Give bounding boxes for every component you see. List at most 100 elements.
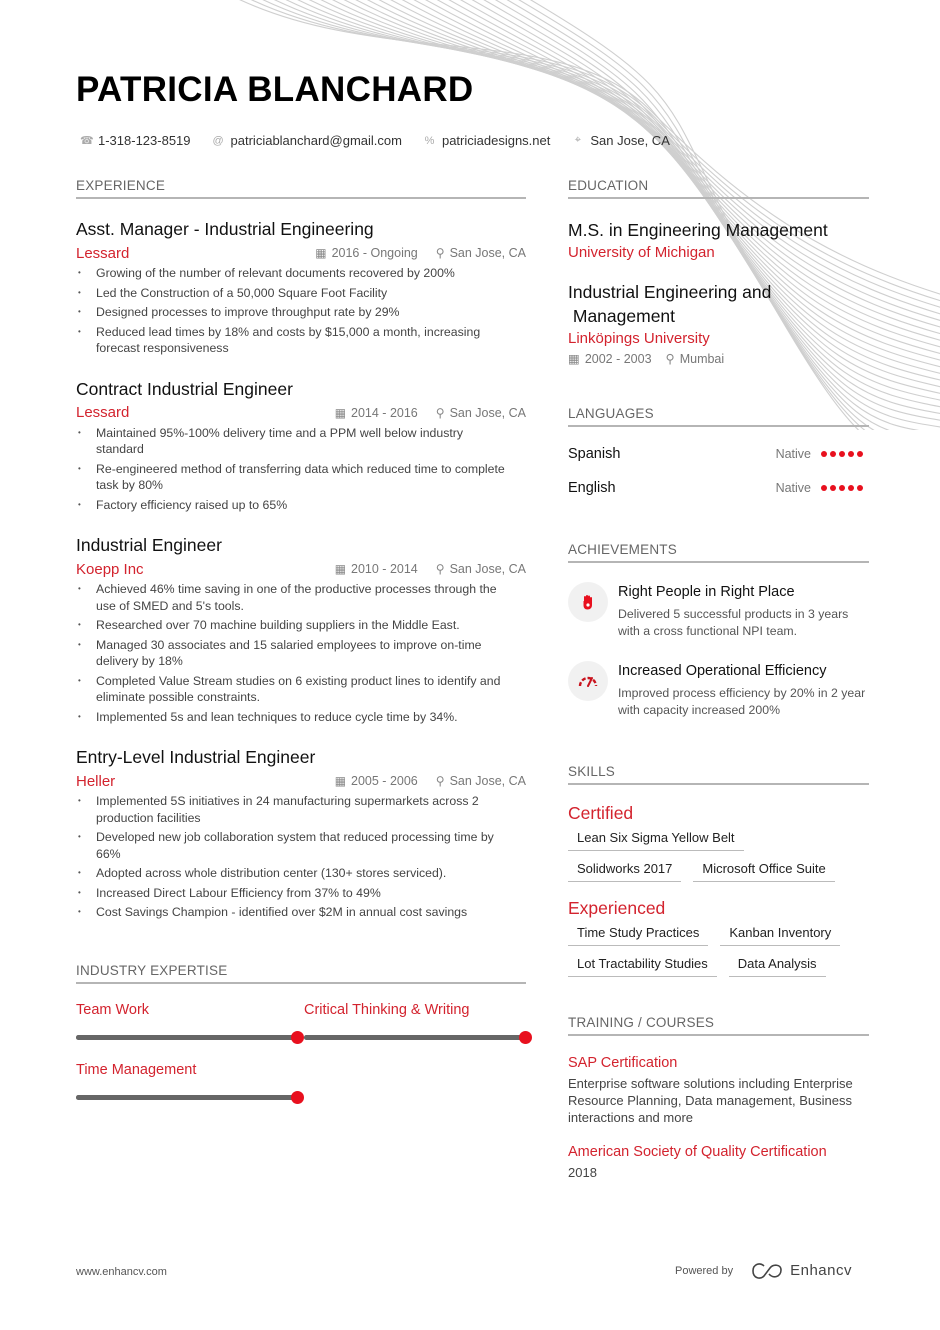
expertise-fill <box>76 1034 298 1040</box>
bullet-item: Researched over 70 machine building supp… <box>76 617 526 634</box>
skill-tag: Lean Six Sigma Yellow Belt <box>568 828 744 851</box>
experience-entry: Contract Industrial Engineer Lessard ▦ 2014… <box>76 378 526 514</box>
job-dates: ▦ 2016 - Ongoing <box>315 246 418 260</box>
experience-entry: Entry-Level Industrial Engineer Heller ▦ 20… <box>76 746 526 921</box>
contact-text: patriciablanchard@gmail.com <box>230 133 402 148</box>
company-name: Lessard <box>76 404 130 421</box>
expertise-knob <box>291 1030 304 1044</box>
job-bullets: Maintained 95%-100% delivery time and a … <box>76 425 526 514</box>
bullet-item: Factory efficiency raised up to 65% <box>76 497 526 514</box>
course-entry: American Society of Quality Certificatio… <box>568 1144 869 1181</box>
contact-item[interactable]: @ patriciablanchard@gmail.com <box>213 133 402 148</box>
rating-dot <box>821 451 827 457</box>
enhancv-brand-name: Enhancv <box>790 1262 852 1279</box>
skill-tag: Lot Tractability Studies <box>568 954 717 977</box>
course-title: SAP Certification <box>568 1055 678 1071</box>
contact-text: 1-318-123-8519 <box>98 133 191 148</box>
skill-row: Lean Six Sigma Yellow Belt <box>568 828 869 851</box>
rating-dot <box>821 485 827 491</box>
bullet-item: Completed Value Stream studies on 6 exis… <box>76 673 526 706</box>
job-dates: ▦ 2010 - 2014 <box>335 562 418 576</box>
left-column: EXPERIENCE Asst. Manager - Industrial En… <box>76 178 532 1104</box>
expertise-level-bar <box>76 1030 304 1044</box>
footer-website-link[interactable]: www.enhancv.com <box>76 1266 167 1278</box>
hand-icon <box>568 582 608 622</box>
language-name: English <box>568 480 616 496</box>
footer-powered-by: Powered by Enhancv <box>675 1262 852 1279</box>
expertise-fill <box>76 1094 298 1100</box>
education-meta: ▦ 2002 - 2003 ⚲ Mumbai <box>568 351 869 366</box>
contact-item[interactable]: % patriciadesigns.net <box>424 133 551 148</box>
skill-tag: Microsoft Office Suite <box>693 859 835 882</box>
location-pin-icon: ⚲ <box>435 246 445 260</box>
industry-expertise-section: INDUSTRY EXPERTISE Team Work Critical Thi… <box>76 963 532 1104</box>
job-location-text: San Jose, CA <box>449 562 526 576</box>
bullet-item: Managed 30 associates and 15 salaried em… <box>76 637 526 670</box>
achievement-description: Improved process efficiency by 20% in 2 … <box>618 686 866 717</box>
bullet-item: Re-engineered method of transferring dat… <box>76 461 526 494</box>
job-title: Contract Industrial Engineer <box>76 378 293 399</box>
job-dates-text: 2010 - 2014 <box>351 562 418 576</box>
rating-dot <box>848 451 854 457</box>
contact-text: San Jose, CA <box>590 133 670 148</box>
job-location-text: San Jose, CA <box>449 246 526 260</box>
education-dates-text: 2002 - 2003 <box>584 352 652 366</box>
calendar-icon: ▦ <box>334 562 347 576</box>
rating-dot <box>839 485 845 491</box>
location-pin-icon: ⚲ <box>665 352 675 366</box>
bullet-item: Designed processes to improve throughput… <box>76 304 526 321</box>
bullet-item: Developed new job collaboration system t… <box>76 829 526 862</box>
expertise-label: Team Work <box>76 1001 150 1018</box>
job-meta: Heller ▦ 2005 - 2006 ⚲ San Jose, CA <box>76 771 526 791</box>
training-section: TRAINING / COURSES SAP Certification Ente… <box>568 1015 869 1181</box>
course-description: 2018 <box>568 1165 597 1180</box>
rating-dot <box>839 451 845 457</box>
company-name: Lessard <box>76 244 130 262</box>
bullet-item: Cost Savings Champion - identified over … <box>76 904 526 921</box>
achievements-section: ACHIEVEMENTS Right People in Right Place… <box>568 542 869 718</box>
bullet-item: Adopted across whole distribution center… <box>76 865 526 882</box>
rating-dot <box>830 451 836 457</box>
contact-info: ☎ 1-318-123-8519 @ patriciablanchard@gmail.… <box>80 133 670 148</box>
expertise-label: Critical Thinking & Writing <box>304 1001 470 1018</box>
section-title-experience: EXPERIENCE <box>76 178 526 199</box>
location-pin-icon: ⚲ <box>435 774 445 788</box>
expertise-fill <box>304 1034 526 1040</box>
expertise-level-bar <box>76 1090 304 1104</box>
bullet-item: Implemented 5S initiatives in 24 manufac… <box>76 793 526 826</box>
expertise-knob <box>291 1090 304 1104</box>
job-title: Asst. Manager - Industrial Engineering <box>76 219 374 239</box>
experience-entry: Industrial Engineer Koepp Inc ▦ 2010 - 2014… <box>76 534 526 725</box>
job-location: ⚲ San Jose, CA <box>436 246 526 260</box>
section-title-training: TRAINING / COURSES <box>568 1015 869 1036</box>
job-dates-text: 2005 - 2006 <box>351 774 418 788</box>
language-level: Native <box>775 447 811 461</box>
calendar-icon: ▦ <box>568 352 580 366</box>
contact-item: ⌖ San Jose, CA <box>572 133 670 148</box>
expertise-knob <box>519 1030 532 1044</box>
achievement-description: Delivered 5 successful products in 3 yea… <box>618 607 849 638</box>
section-title-skills: SKILLS <box>568 764 869 785</box>
section-title-education: EDUCATION <box>568 178 869 199</box>
job-location-text: San Jose, CA <box>449 774 526 788</box>
link-icon: % <box>424 134 435 147</box>
skill-row: Lot Tractability Studies Data Analysis <box>568 954 869 977</box>
candidate-name: PATRICIA BLANCHARD <box>76 70 474 109</box>
bullet-item: Reduced lead times by 18% and costs by $… <box>76 324 526 357</box>
job-bullets: Growing of the number of relevant docume… <box>76 265 526 357</box>
degree-title: Industrial Engineering and Management <box>568 282 772 326</box>
bullet-item: Maintained 95%-100% delivery time and a … <box>76 425 526 458</box>
location-pin-icon: ⚲ <box>435 562 445 576</box>
language-rating <box>821 451 863 457</box>
achievement-item: Increased Operational Efficiency Improved… <box>568 661 869 718</box>
section-title-expertise: INDUSTRY EXPERTISE <box>76 963 526 984</box>
enhancv-brand-link[interactable]: Enhancv <box>751 1262 852 1279</box>
job-bullets: Achieved 46% time saving in one of the p… <box>76 581 526 725</box>
job-location: ⚲ San Jose, CA <box>436 406 526 420</box>
calendar-icon: ▦ <box>334 405 347 420</box>
skill-group-title: Certified <box>568 803 634 823</box>
achievement-item: Right People in Right Place Delivered 5 s… <box>568 582 869 639</box>
job-dates-text: 2014 - 2016 <box>351 405 418 420</box>
course-entry: SAP Certification Enterprise software sol… <box>568 1055 869 1126</box>
experience-section: EXPERIENCE Asst. Manager - Industrial En… <box>76 178 526 921</box>
